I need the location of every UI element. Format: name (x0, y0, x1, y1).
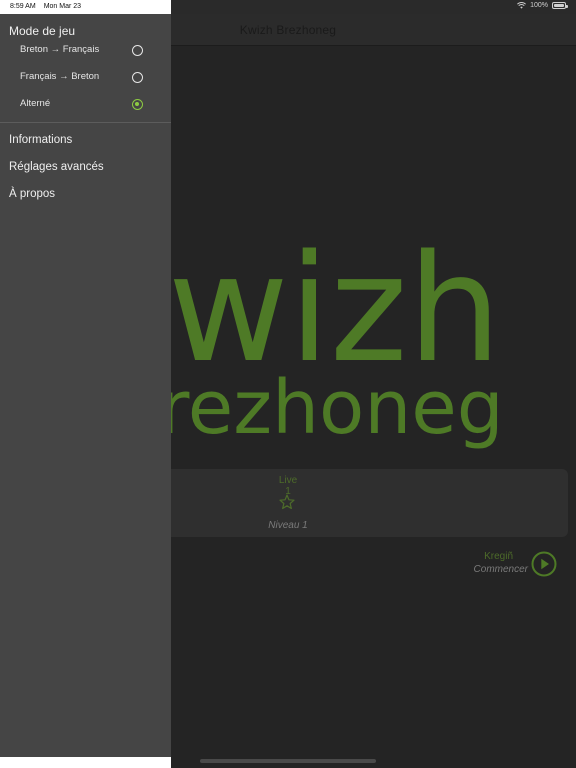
battery-icon (552, 2, 568, 9)
menu-item-about[interactable]: À propos (9, 188, 55, 200)
drawer-status-bar: 8:59 AM Mon Mar 23 (0, 0, 171, 14)
mode-alterne[interactable]: Alterné (0, 91, 171, 118)
radio-selected-icon[interactable] (132, 99, 143, 110)
star-outline-icon (279, 494, 295, 510)
mode-francais-breton[interactable]: Français → Breton (0, 64, 171, 91)
level-number: Niveau 1 (268, 520, 308, 531)
status-time: 8:59 AM (10, 3, 36, 10)
radio-unselected-icon[interactable] (132, 72, 143, 83)
mode-label: Français → Breton (20, 71, 100, 82)
start-label-breton: Kregiñ (484, 551, 513, 562)
menu-item-advanced-settings[interactable]: Réglages avancés (9, 161, 104, 173)
drawer-bottom-bar (0, 757, 171, 768)
menu-divider (0, 122, 171, 123)
nav-title: Kwizh Brezhoneg (239, 23, 337, 37)
battery-percent: 100% (530, 2, 548, 9)
status-right: 100% (517, 2, 568, 9)
wifi-icon (517, 2, 527, 9)
mode-label: Breton → Français (20, 44, 100, 55)
menu-item-informations[interactable]: Informations (9, 134, 72, 146)
start-label-french: Commencer (473, 564, 528, 575)
start-button[interactable]: Kregiñ Commencer (440, 548, 560, 580)
mode-breton-francais[interactable]: Breton → Français (0, 37, 171, 64)
level-card[interactable]: Live 1 Niveau 1 (150, 469, 568, 537)
game-mode-title: Mode de jeu (9, 24, 76, 38)
side-menu: 8:59 AM Mon Mar 23 Mode de jeu Breton → F… (0, 0, 171, 768)
home-indicator (200, 759, 376, 763)
mode-label: Alterné (20, 98, 51, 109)
play-circle-icon (531, 551, 557, 577)
status-date: Mon Mar 23 (43, 3, 82, 10)
radio-unselected-icon[interactable] (132, 45, 143, 56)
